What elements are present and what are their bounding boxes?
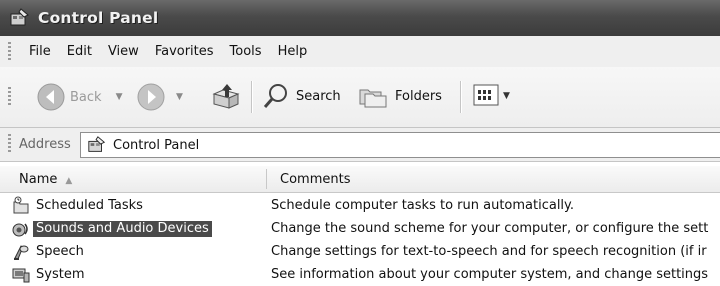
search-button[interactable]: Search xyxy=(262,82,341,110)
column-comments-label: Comments xyxy=(280,172,351,187)
menu-bar: File Edit View Favorites Tools Help xyxy=(0,36,720,68)
address-label: Address xyxy=(19,137,71,152)
back-dropdown-icon[interactable]: ▼ xyxy=(116,92,123,102)
scheduled-tasks-icon xyxy=(13,196,29,214)
window-title: Control Panel xyxy=(38,9,159,27)
control-panel-icon xyxy=(10,8,29,26)
list-item-comment: Change settings for text-to-speech and f… xyxy=(271,244,707,259)
column-divider[interactable] xyxy=(266,169,267,189)
menu-grip[interactable] xyxy=(8,41,11,62)
list-item-name: Scheduled Tasks xyxy=(36,198,143,213)
control-panel-icon xyxy=(88,136,106,152)
list-item-selected[interactable]: Sounds and Audio Devices Change the soun… xyxy=(0,218,720,240)
forward-arrow-icon xyxy=(137,83,165,111)
menu-view[interactable]: View xyxy=(100,44,147,59)
title-bar[interactable]: Control Panel xyxy=(0,0,720,36)
system-icon xyxy=(12,268,30,283)
back-label: Back xyxy=(70,89,102,105)
menu-tools[interactable]: Tools xyxy=(222,44,270,59)
forward-dropdown-icon[interactable]: ▼ xyxy=(176,92,183,102)
menu-file[interactable]: File xyxy=(21,44,59,59)
back-button[interactable]: Back ▼ xyxy=(36,82,122,112)
views-button[interactable]: ▼ xyxy=(472,82,510,110)
search-icon xyxy=(263,84,287,108)
list-item-name: Sounds and Audio Devices xyxy=(33,221,212,237)
toolbar-separator xyxy=(460,81,462,113)
menu-edit[interactable]: Edit xyxy=(59,44,100,59)
sort-ascending-icon: ▲ xyxy=(65,176,73,186)
column-name[interactable]: Name ▲ xyxy=(19,172,72,187)
toolbar-separator xyxy=(251,81,253,113)
sounds-audio-icon xyxy=(12,223,28,237)
list-item-comment: Change the sound scheme for your compute… xyxy=(271,221,709,236)
menu-favorites[interactable]: Favorites xyxy=(147,44,222,59)
speech-icon xyxy=(14,245,29,260)
toolbar: Back ▼ ▼ Search Folders ▼ xyxy=(0,67,720,128)
toolbar-grip[interactable] xyxy=(8,87,11,107)
column-header-row: Name ▲ Comments xyxy=(0,166,720,193)
list-item[interactable]: Scheduled Tasks Schedule computer tasks … xyxy=(0,195,720,217)
folders-label: Folders xyxy=(395,88,442,104)
list-item[interactable]: Speech Change settings for text-to-speec… xyxy=(0,241,720,263)
column-name-label: Name xyxy=(19,172,58,187)
address-grip[interactable] xyxy=(8,134,11,154)
list-item-name: Speech xyxy=(36,244,84,259)
address-field[interactable]: Control Panel xyxy=(80,132,720,158)
address-bar: Address Control Panel xyxy=(0,128,720,162)
views-icon xyxy=(473,84,499,106)
up-button[interactable] xyxy=(210,80,242,112)
views-dropdown-icon[interactable]: ▼ xyxy=(503,91,510,101)
list-item-comment: See information about your computer syst… xyxy=(271,267,709,282)
folders-button[interactable]: Folders xyxy=(357,82,442,110)
search-label: Search xyxy=(296,88,341,104)
forward-button[interactable]: ▼ xyxy=(136,82,183,112)
column-comments[interactable]: Comments xyxy=(280,172,350,187)
menu-help[interactable]: Help xyxy=(270,44,316,59)
folders-icon xyxy=(359,89,387,108)
back-arrow-icon xyxy=(37,83,65,111)
list-item-name: System xyxy=(36,267,85,282)
address-value: Control Panel xyxy=(113,137,200,153)
list-item-comment: Schedule computer tasks to run automatic… xyxy=(271,198,575,213)
up-folder-icon xyxy=(212,84,240,109)
